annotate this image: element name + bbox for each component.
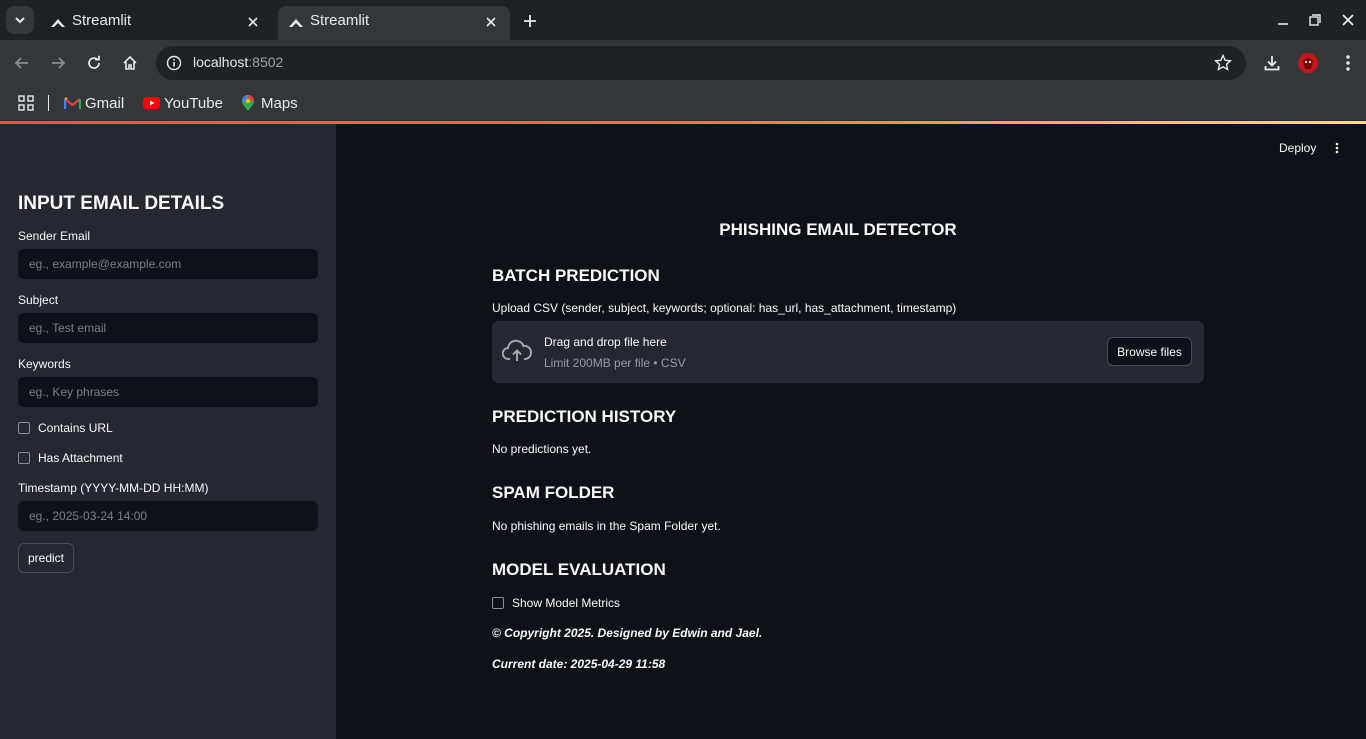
checkbox-box[interactable]: [18, 452, 30, 464]
restore-icon: [1309, 14, 1321, 26]
timestamp-label: Timestamp (YYYY-MM-DD HH:MM): [18, 481, 209, 495]
arrow-right-icon: [52, 57, 66, 69]
page-title: PHISHING EMAIL DETECTOR: [719, 220, 957, 239]
more-vertical-icon: [1335, 142, 1339, 154]
apps-grid-icon: [18, 95, 34, 111]
main-content: Deploy PHISHING EMAIL DETECTOR BATCH PRE…: [336, 124, 1366, 739]
predict-button[interactable]: predict: [18, 543, 74, 573]
has-attachment-label: Has Attachment: [38, 451, 123, 465]
profile-avatar[interactable]: [1296, 51, 1320, 75]
bookmark-label: YouTube: [164, 94, 223, 112]
streamlit-favicon-icon: [51, 19, 65, 27]
arrow-left-icon: [14, 57, 28, 69]
bookmark-star-icon[interactable]: [1214, 54, 1232, 72]
file-limit-text: Limit 200MB per file • CSV: [544, 356, 686, 370]
home-icon: [123, 55, 137, 70]
bookmark-youtube[interactable]: YouTube: [142, 91, 223, 115]
sender-email-label: Sender Email: [18, 229, 91, 243]
apps-button[interactable]: [18, 91, 34, 115]
bookmarks-divider: [48, 95, 49, 111]
site-info-icon[interactable]: [164, 53, 184, 73]
youtube-icon: [142, 95, 160, 111]
has-attachment-checkbox[interactable]: Has Attachment: [18, 451, 123, 465]
plus-icon: [524, 15, 536, 27]
tab-title: Streamlit: [72, 12, 132, 29]
chevron-down-icon: [15, 17, 25, 24]
checkbox-box[interactable]: [18, 422, 30, 434]
back-button[interactable]: [10, 51, 34, 75]
close-tab-icon[interactable]: [244, 13, 262, 31]
tab-search-button[interactable]: [6, 6, 34, 34]
main-menu-button[interactable]: [1332, 140, 1342, 156]
timestamp-input[interactable]: [18, 501, 318, 531]
cloud-upload-icon: [502, 339, 532, 361]
avatar-icon: [1298, 53, 1318, 73]
maps-icon: [239, 94, 257, 111]
forward-button[interactable]: [46, 51, 70, 75]
browser-tab-2[interactable]: Streamlit: [278, 6, 510, 40]
reload-button[interactable]: [82, 51, 106, 75]
contains-url-label: Contains URL: [38, 421, 113, 435]
keywords-input[interactable]: [18, 377, 318, 407]
bookmarks-bar: Gmail YouTube Maps: [0, 85, 1366, 121]
minimize-icon: [1278, 23, 1288, 25]
bookmark-label: Maps: [261, 94, 298, 112]
bookmark-label: Gmail: [85, 94, 125, 112]
browser-tab-bar: Streamlit Streamlit: [0, 0, 1366, 40]
tab-title: Streamlit: [310, 12, 370, 29]
url-port: :8502: [248, 54, 284, 70]
downloads-button[interactable]: [1260, 51, 1284, 75]
streamlit-favicon-icon: [289, 19, 303, 27]
browse-files-button[interactable]: Browse files: [1107, 337, 1192, 366]
sidebar-title: INPUT EMAIL DETAILS: [18, 193, 225, 214]
deploy-button[interactable]: Deploy: [1279, 141, 1316, 155]
spam-folder-heading: SPAM FOLDER: [492, 483, 615, 502]
copyright-text: © Copyright 2025. Designed by Edwin and …: [492, 626, 763, 640]
url-host: localhost: [193, 54, 249, 70]
keywords-label: Keywords: [18, 357, 71, 371]
drop-text: Drag and drop file here: [544, 335, 667, 349]
show-metrics-label: Show Model Metrics: [512, 596, 621, 610]
file-uploader-dropzone[interactable]: Drag and drop file here Limit 200MB per …: [492, 321, 1204, 383]
minimize-button[interactable]: [1273, 10, 1293, 30]
show-metrics-checkbox[interactable]: Show Model Metrics: [492, 596, 620, 610]
browser-toolbar: localhost:8502: [0, 40, 1366, 85]
sidebar: INPUT EMAIL DETAILS Sender Email Subject…: [0, 124, 336, 739]
close-window-button[interactable]: [1338, 10, 1358, 30]
browser-menu-button[interactable]: [1336, 51, 1360, 75]
home-button[interactable]: [118, 51, 142, 75]
bookmark-maps[interactable]: Maps: [239, 91, 298, 115]
close-tab-icon[interactable]: [482, 13, 500, 31]
contains-url-checkbox[interactable]: Contains URL: [18, 421, 113, 435]
batch-prediction-heading: BATCH PREDICTION: [492, 266, 660, 285]
subject-label: Subject: [18, 293, 59, 307]
prediction-history-text: No predictions yet.: [492, 442, 592, 456]
prediction-history-heading: PREDICTION HISTORY: [492, 407, 677, 426]
browser-tab-1[interactable]: Streamlit: [40, 6, 272, 40]
new-tab-button[interactable]: [518, 9, 542, 33]
model-evaluation-heading: MODEL EVALUATION: [492, 560, 666, 579]
subject-input[interactable]: [18, 313, 318, 343]
reload-icon: [88, 55, 100, 69]
download-icon: [1264, 56, 1280, 71]
address-bar[interactable]: localhost:8502: [156, 46, 1246, 80]
bookmark-gmail[interactable]: Gmail: [63, 91, 124, 115]
sender-email-input[interactable]: [18, 249, 318, 279]
current-date-text: Current date: 2025-04-29 11:58: [492, 657, 666, 671]
restore-button[interactable]: [1305, 10, 1325, 30]
close-icon: [1342, 14, 1354, 26]
url-text: localhost:8502: [193, 54, 283, 70]
checkbox-box[interactable]: [492, 597, 504, 609]
spam-folder-text: No phishing emails in the Spam Folder ye…: [492, 519, 721, 533]
more-vertical-icon: [1346, 55, 1350, 71]
gmail-icon: [63, 95, 81, 111]
upload-label: Upload CSV (sender, subject, keywords; o…: [492, 301, 957, 315]
